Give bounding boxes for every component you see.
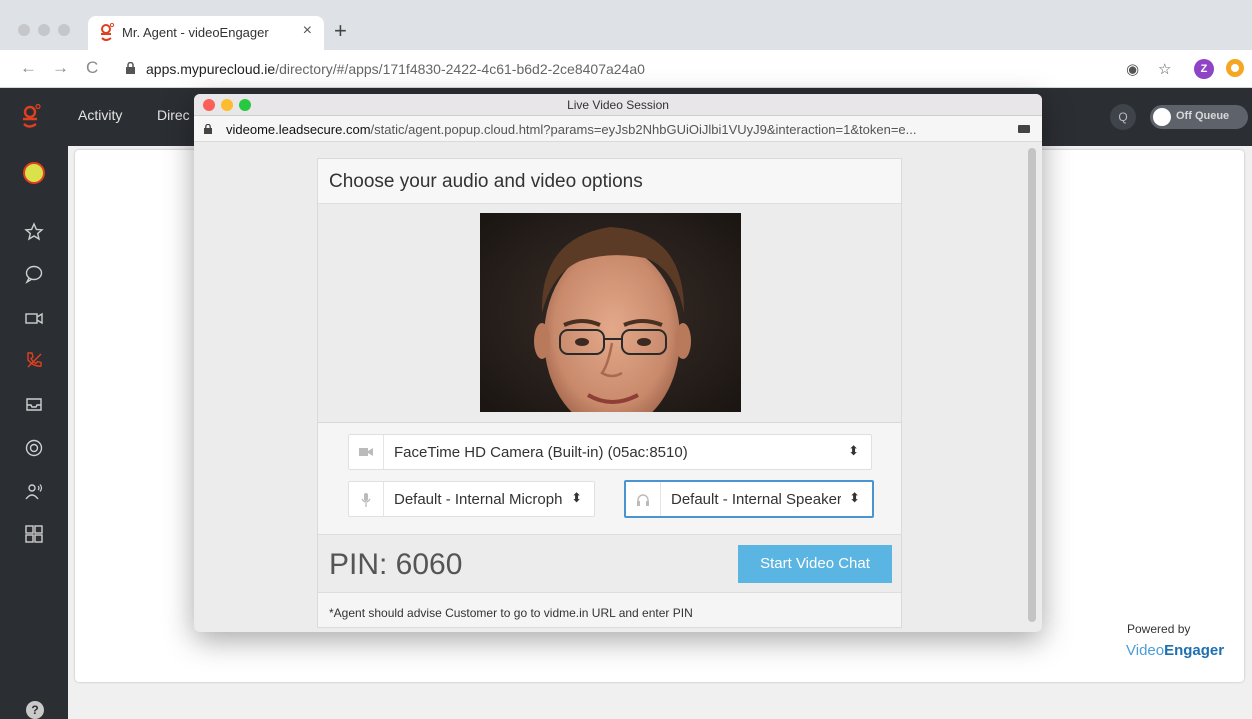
- inbox-icon[interactable]: [24, 394, 44, 414]
- browser-tab-bar: Mr. Agent - videoEngager × +: [0, 0, 1252, 50]
- address-input[interactable]: apps.mypurecloud.ie/directory/#/apps/171…: [108, 55, 1178, 83]
- select-divider: [660, 482, 661, 516]
- dialog-header: Choose your audio and video options: [318, 159, 901, 204]
- target-icon[interactable]: [24, 438, 44, 458]
- agent-instruction-note: *Agent should advise Customer to go to v…: [329, 606, 693, 620]
- chevron-updown-icon: ⬍: [848, 443, 859, 458]
- popup-address-bar: videome.leadsecure.com/static/agent.popu…: [194, 116, 1042, 142]
- search-icon[interactable]: Q: [1110, 104, 1136, 130]
- help-icon[interactable]: ?: [26, 701, 44, 719]
- profile-avatar[interactable]: Z: [1194, 59, 1214, 79]
- reload-icon[interactable]: C: [86, 58, 98, 78]
- videoengager-logo-icon: [101, 23, 115, 41]
- dialog-title: Choose your audio and video options: [329, 171, 643, 192]
- microphone-select[interactable]: Default - Internal Microph ⬍: [348, 481, 595, 517]
- lock-icon: [126, 62, 135, 74]
- popup-url-host: videome.leadsecure.com: [226, 122, 371, 137]
- star-icon[interactable]: [24, 222, 44, 242]
- brand-bold: Engager: [1164, 642, 1225, 659]
- lock-icon: [204, 124, 212, 134]
- tab-title: Mr. Agent - videoEngager: [122, 25, 269, 40]
- popup-minimize-button[interactable]: [221, 99, 233, 111]
- toggle-knob: [1153, 108, 1171, 126]
- camera-select[interactable]: FaceTime HD Camera (Built-in) (05ac:8510…: [348, 434, 872, 470]
- location-icon[interactable]: ◉: [1126, 60, 1139, 78]
- window-zoom-button[interactable]: [58, 24, 70, 36]
- purecloud-logo-icon: [23, 104, 41, 128]
- url-host: apps.mypurecloud.ie: [146, 61, 276, 77]
- powered-by-label: Powered by: [1127, 622, 1191, 636]
- microphone-icon: [361, 493, 371, 507]
- queue-status-label: Off Queue: [1176, 110, 1230, 122]
- browser-tab[interactable]: Mr. Agent - videoEngager ×: [88, 16, 324, 50]
- chat-icon[interactable]: [24, 264, 44, 284]
- select-divider: [383, 435, 384, 469]
- window-minimize-button[interactable]: [38, 24, 50, 36]
- bookmark-star-icon[interactable]: ☆: [1158, 60, 1171, 78]
- nav-activity[interactable]: Activity: [78, 107, 122, 123]
- popup-close-button[interactable]: [203, 99, 215, 111]
- chevron-updown-icon: ⬍: [571, 490, 582, 505]
- camera-select-value: FaceTime HD Camera (Built-in) (05ac:8510…: [394, 444, 688, 461]
- pin-code: PIN: 6060: [329, 548, 463, 581]
- nav-directory[interactable]: Direc: [157, 107, 190, 123]
- videoengager-brand-logo: VideoEngager: [1126, 642, 1224, 659]
- pin-row: PIN: 6060 Start Video Chat: [318, 534, 901, 593]
- address-toolbar: ← → C apps.mypurecloud.ie/directory/#/ap…: [0, 50, 1252, 88]
- select-divider: [383, 482, 384, 516]
- extension-icon[interactable]: [1226, 59, 1244, 77]
- camera-icon: [359, 448, 373, 456]
- popup-url-text: videome.leadsecure.com/static/agent.popu…: [226, 122, 916, 137]
- camera-preview-video: [480, 213, 741, 412]
- tab-close-icon[interactable]: ×: [303, 22, 312, 40]
- back-icon[interactable]: ←: [20, 58, 37, 78]
- user-avatar[interactable]: [23, 162, 45, 184]
- speaker-select[interactable]: Default - Internal Speaker ⬍: [624, 480, 874, 518]
- phone-icon[interactable]: [24, 350, 44, 370]
- popup-url-path: /static/agent.popup.cloud.html?params=ey…: [370, 122, 917, 137]
- queue-toggle[interactable]: Off Queue: [1150, 105, 1248, 129]
- apps-icon[interactable]: [24, 524, 44, 544]
- video-icon[interactable]: [24, 308, 44, 328]
- window-close-button[interactable]: [18, 24, 30, 36]
- av-options-dialog: Choose your audio and video options Face…: [317, 158, 902, 628]
- start-video-chat-button[interactable]: Start Video Chat: [738, 545, 892, 583]
- popup-window-title: Live Video Session: [567, 98, 669, 112]
- forward-icon[interactable]: →: [52, 58, 69, 78]
- people-icon[interactable]: [24, 482, 44, 502]
- brand-light: Video: [1126, 642, 1165, 659]
- popup-zoom-button[interactable]: [239, 99, 251, 111]
- headphones-icon: [637, 494, 649, 506]
- popup-titlebar: Live Video Session: [194, 94, 1042, 116]
- url-text: apps.mypurecloud.ie/directory/#/apps/171…: [146, 61, 645, 77]
- microphone-select-value: Default - Internal Microph: [394, 491, 562, 508]
- new-tab-button[interactable]: +: [334, 18, 347, 44]
- video-preview-area: [318, 204, 901, 423]
- url-path: /directory/#/apps/171f4830-2422-4c61-b6d…: [275, 61, 645, 77]
- camera-in-use-icon[interactable]: [1018, 125, 1030, 133]
- sidebar: ?: [0, 146, 68, 719]
- speaker-select-value: Default - Internal Speaker: [671, 491, 841, 508]
- chevron-updown-icon: ⬍: [849, 490, 860, 505]
- popup-scrollbar[interactable]: [1028, 148, 1036, 622]
